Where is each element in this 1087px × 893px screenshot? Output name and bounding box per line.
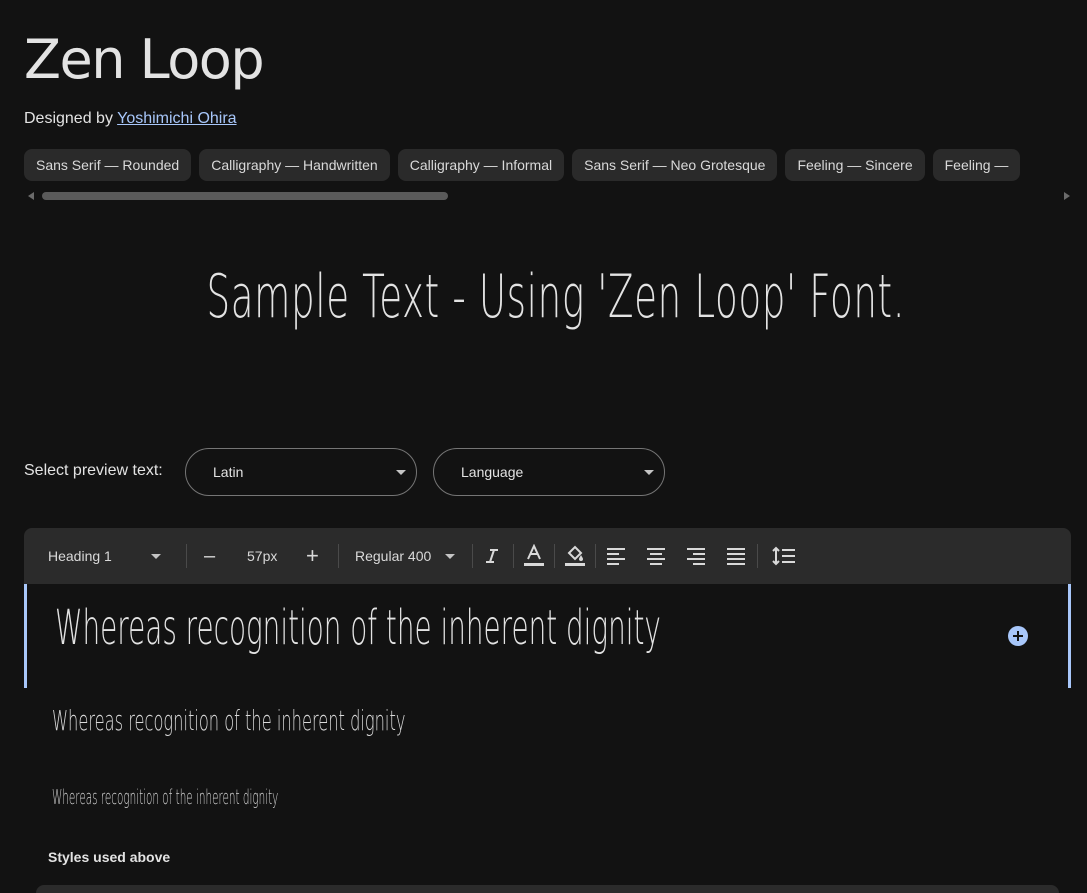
highlight-icon xyxy=(565,545,585,566)
increase-size-button[interactable]: + xyxy=(306,528,319,584)
chevron-down-icon xyxy=(644,470,654,475)
style-select[interactable]: Heading 1 xyxy=(48,528,112,584)
heading3-text[interactable]: Whereas recognition of the inherent dign… xyxy=(52,785,278,809)
heading1-text[interactable]: Whereas recognition of the inherent dign… xyxy=(55,600,661,656)
designer-line: Designed by Yoshimichi Ohira xyxy=(24,110,237,128)
styles-used-panel xyxy=(36,885,1059,893)
toolbar-divider xyxy=(513,544,514,568)
align-right-button[interactable] xyxy=(682,542,710,570)
toolbar-divider xyxy=(595,544,596,568)
tag-scrollbar[interactable] xyxy=(26,189,1072,203)
decrease-size-button[interactable]: – xyxy=(204,528,215,584)
tag-chip[interactable]: Calligraphy — Informal xyxy=(397,149,565,181)
text-color-button[interactable] xyxy=(520,542,548,570)
type-tester-toolbar: Heading 1 – 57px + Regular 400 xyxy=(24,528,1071,584)
tag-chip-list: Sans Serif — Rounded Calligraphy — Handwr… xyxy=(24,149,1087,181)
style-select-value: Heading 1 xyxy=(48,548,112,564)
align-left-icon xyxy=(607,548,625,565)
align-justify-icon xyxy=(727,548,745,565)
script-select-value: Latin xyxy=(213,464,244,480)
designer-link[interactable]: Yoshimichi Ohira xyxy=(117,110,236,127)
scrollbar-thumb[interactable] xyxy=(42,192,448,200)
toolbar-divider xyxy=(472,544,473,568)
chevron-down-icon xyxy=(396,470,406,475)
weight-select[interactable]: Regular 400 xyxy=(355,528,431,584)
language-select-value: Language xyxy=(461,464,524,480)
line-spacing-icon xyxy=(772,546,795,566)
add-circle-icon xyxy=(1013,631,1023,641)
add-row-button[interactable] xyxy=(1008,626,1028,646)
tag-chip[interactable]: Calligraphy — Handwritten xyxy=(199,149,390,181)
tag-chip[interactable]: Feeling — xyxy=(932,149,1021,181)
designed-by-label: Designed by xyxy=(24,110,113,127)
active-text-row[interactable]: Whereas recognition of the inherent dign… xyxy=(24,584,1071,688)
line-spacing-button[interactable] xyxy=(770,542,798,570)
toolbar-divider xyxy=(554,544,555,568)
tag-chip[interactable]: Sans Serif — Neo Grotesque xyxy=(572,149,778,181)
toolbar-divider xyxy=(338,544,339,568)
text-color-icon xyxy=(524,544,544,566)
minus-icon: – xyxy=(204,545,216,567)
align-center-button[interactable] xyxy=(642,542,670,570)
font-size-value[interactable]: 57px xyxy=(247,528,277,584)
align-left-button[interactable] xyxy=(602,542,630,570)
tag-chip[interactable]: Feeling — Sincere xyxy=(785,149,925,181)
toolbar-divider xyxy=(757,544,758,568)
tag-chip[interactable]: Sans Serif — Rounded xyxy=(24,149,192,181)
align-center-icon xyxy=(647,548,665,565)
highlight-button[interactable] xyxy=(561,542,589,570)
script-select[interactable]: Latin xyxy=(185,448,417,496)
chevron-down-icon xyxy=(151,554,161,559)
weight-select-value: Regular 400 xyxy=(355,548,432,564)
preview-text-label: Select preview text: xyxy=(24,462,163,479)
scroll-left-icon[interactable] xyxy=(28,192,34,200)
font-specimen-page: Zen Loop Designed by Yoshimichi Ohira Sa… xyxy=(0,0,1087,893)
styles-used-heading: Styles used above xyxy=(48,849,171,865)
chevron-down-icon xyxy=(445,554,455,559)
align-right-icon xyxy=(687,548,705,565)
heading2-text[interactable]: Whereas recognition of the inherent dign… xyxy=(52,704,405,737)
scroll-right-icon[interactable] xyxy=(1064,192,1070,200)
italic-button[interactable] xyxy=(478,542,506,570)
sample-text: Sample Text - Using 'Zen Loop' Font. xyxy=(206,262,906,332)
type-tester: Heading 1 – 57px + Regular 400 Whereas r… xyxy=(24,528,1071,893)
italic-icon xyxy=(486,549,498,563)
font-title: Zen Loop xyxy=(24,28,265,91)
language-select[interactable]: Language xyxy=(433,448,665,496)
align-justify-button[interactable] xyxy=(722,542,750,570)
toolbar-divider xyxy=(186,544,187,568)
plus-icon: + xyxy=(306,543,319,568)
